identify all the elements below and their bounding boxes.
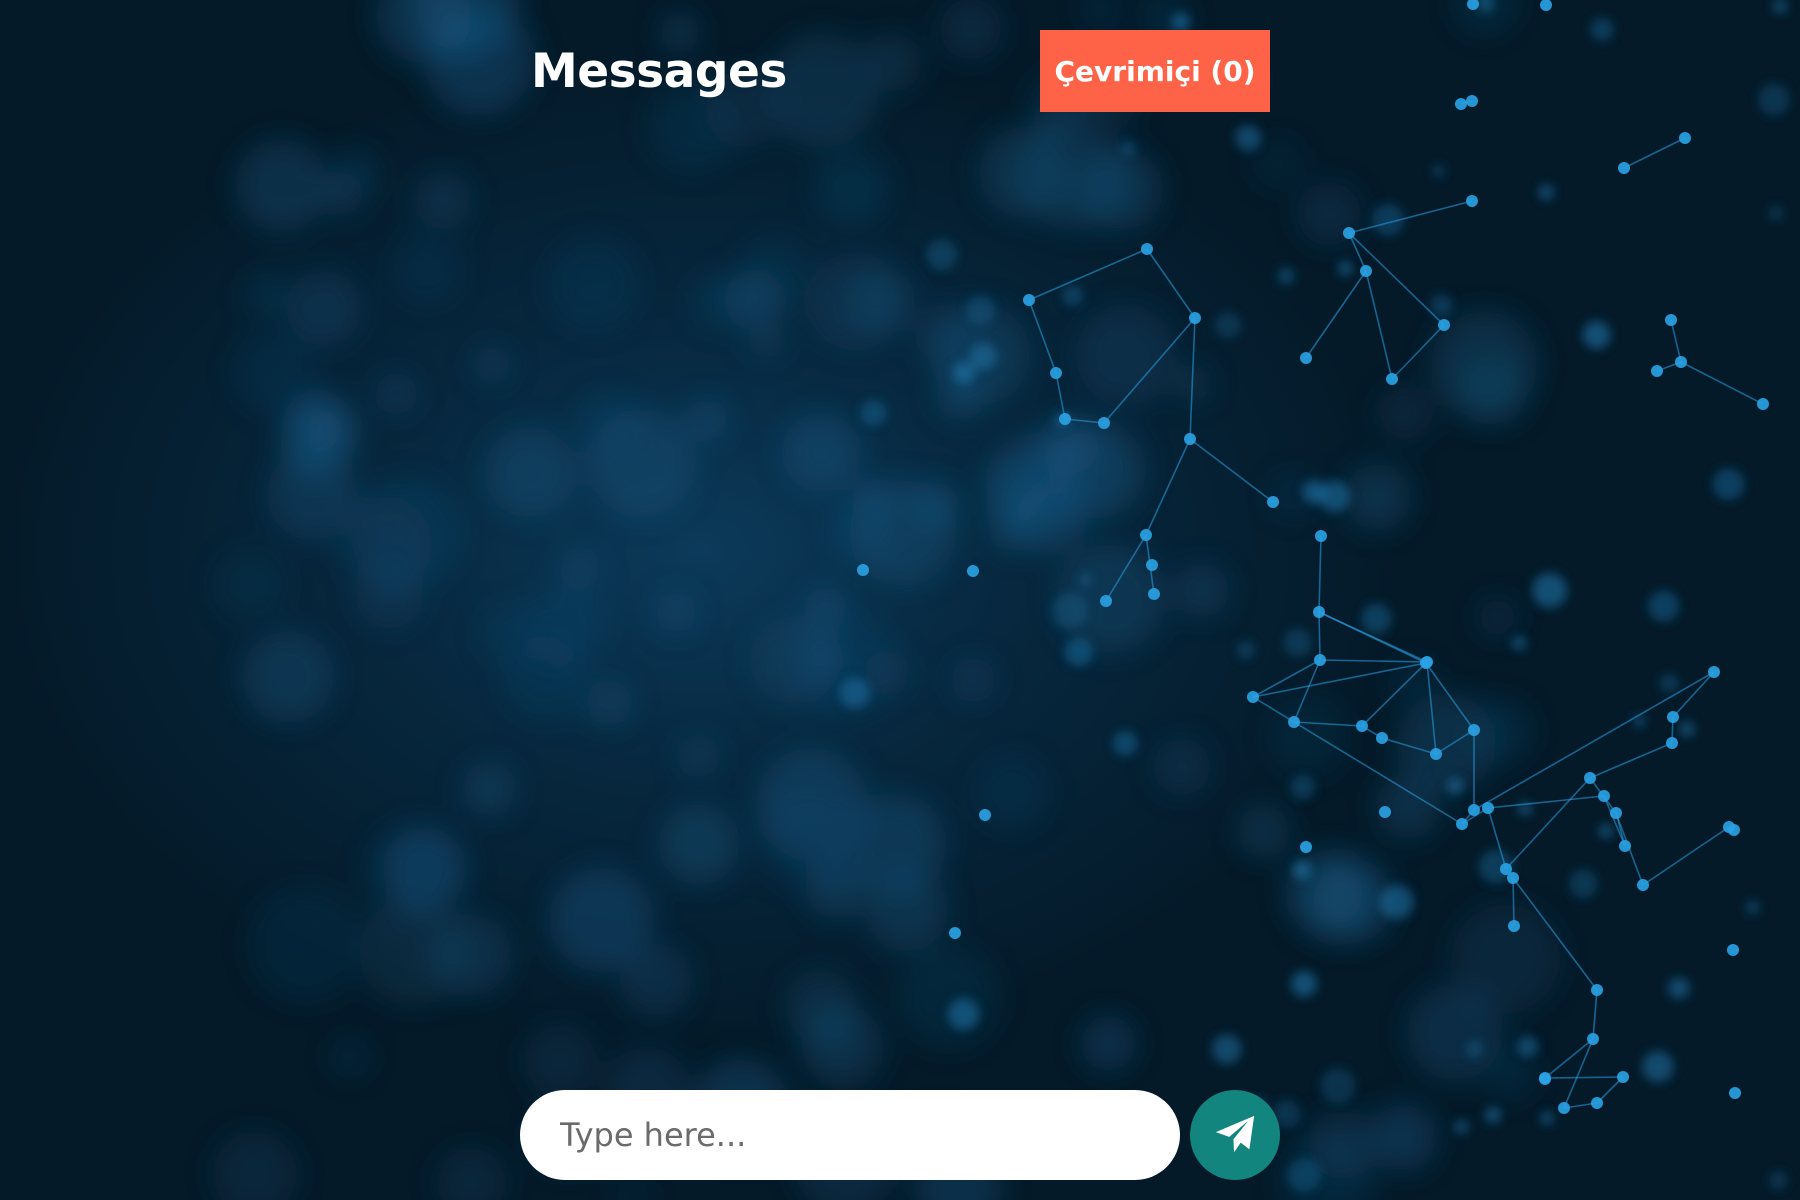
network-background-image	[211, 0, 1790, 1200]
message-composer	[520, 1090, 1280, 1180]
chat-page: Messages Çevrimiçi (0)	[0, 0, 1800, 1200]
message-input[interactable]	[520, 1090, 1180, 1180]
online-users-button[interactable]: Çevrimiçi (0)	[1040, 30, 1270, 112]
send-button[interactable]	[1190, 1090, 1280, 1180]
paper-plane-icon	[1215, 1115, 1255, 1153]
page-title: Messages	[531, 44, 787, 99]
